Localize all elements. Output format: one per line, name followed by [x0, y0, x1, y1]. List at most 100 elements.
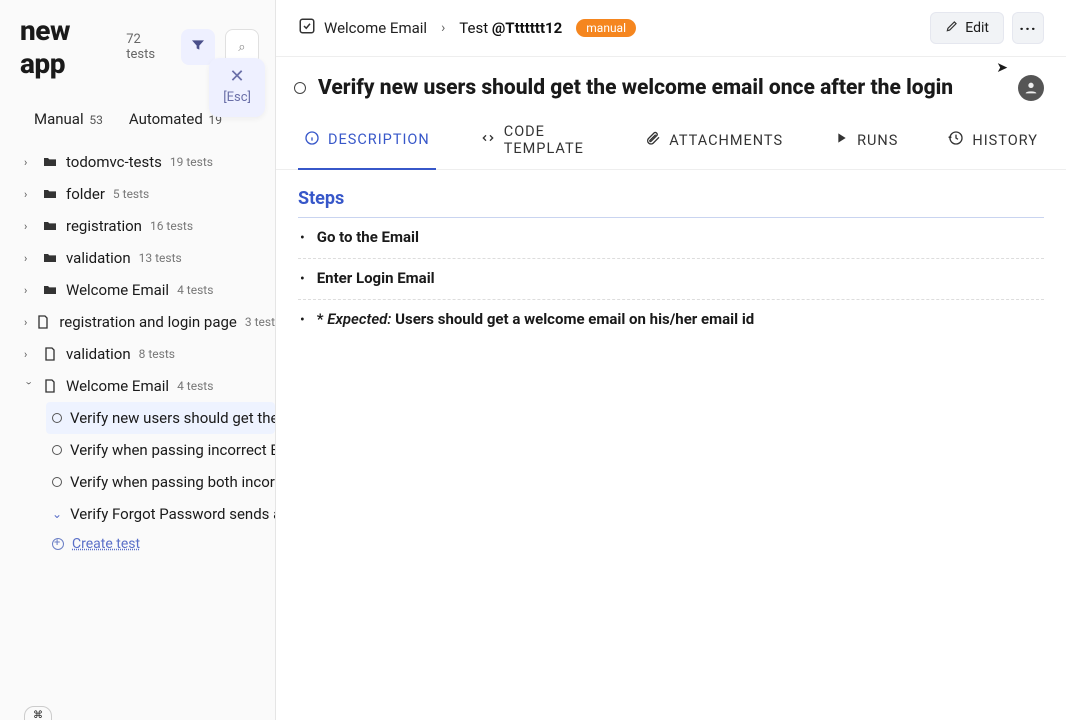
detail-tabs: DESCRIPTION CODE TEMPLATE ATTACHMENTS RU… — [276, 111, 1066, 170]
tree-item-count: 5 tests — [113, 187, 149, 201]
tree-item-label: registration and login page — [59, 313, 237, 331]
tests-total: 72 tests — [126, 32, 170, 62]
chevron-down-icon: › — [23, 381, 36, 391]
tab-description[interactable]: DESCRIPTION — [298, 111, 436, 170]
folder-icon — [42, 154, 58, 170]
chevron-right-icon: › — [24, 252, 34, 265]
step-prefix: * — [317, 310, 328, 328]
test-row[interactable]: ⌄ Verify Forgot Password sends a — [46, 498, 275, 530]
folder-icon — [42, 186, 58, 202]
chevron-right-icon: › — [24, 348, 34, 361]
step-text: Users should get a welcome email on his/… — [391, 310, 754, 328]
step-text: Go to the Email — [317, 228, 419, 246]
test-label: Verify when passing incorrect Em — [70, 441, 275, 459]
tree-item-label: Welcome Email — [66, 281, 169, 299]
tree-item-folder[interactable]: › folder 5 tests — [20, 178, 275, 210]
tree-item-welcome-email-folder[interactable]: › Welcome Email 4 tests — [20, 274, 275, 306]
tab-automated-label: Automated — [129, 110, 203, 128]
tree-item-label: todomvc-tests — [66, 153, 162, 171]
tree: › todomvc-tests 19 tests › folder 5 test… — [0, 140, 275, 720]
expected-label: Expected: — [327, 310, 391, 328]
tab-runs[interactable]: RUNS — [827, 111, 904, 169]
history-icon — [948, 130, 964, 150]
cursor-icon: ➤ — [996, 60, 1008, 76]
main: Welcome Email › Test @Ttttttt12 manual E… — [276, 0, 1066, 720]
status-ring-icon — [52, 413, 62, 423]
file-icon — [35, 314, 51, 330]
tree-item-todomvc[interactable]: › todomvc-tests 19 tests — [20, 146, 275, 178]
pencil-icon — [945, 19, 959, 37]
file-icon — [42, 378, 58, 394]
tab-label: RUNS — [857, 132, 898, 149]
page-title: Verify new users should get the welcome … — [318, 76, 1006, 100]
tab-automated[interactable]: Automated 19 — [129, 110, 222, 128]
play-icon — [833, 130, 849, 150]
tree-item-welcome-email-file[interactable]: › Welcome Email 4 tests — [20, 370, 275, 402]
test-row[interactable]: Verify when passing both incorr — [46, 466, 275, 498]
tree-item-validation-folder[interactable]: › validation 13 tests — [20, 242, 275, 274]
close-icon[interactable]: ✕ — [223, 68, 251, 86]
more-icon: ··· — [1019, 19, 1036, 38]
tab-manual-label: Manual — [34, 110, 84, 128]
test-row[interactable]: Verify when passing incorrect Em — [46, 434, 275, 466]
test-row[interactable]: Verify new users should get the — [46, 402, 275, 434]
manual-badge: manual — [576, 19, 636, 37]
sidebar: new app 72 tests ⌕ ✕ [Esc] Manual 53 Aut… — [0, 0, 276, 720]
breadcrumb-separator: › — [435, 20, 451, 36]
tab-label: DESCRIPTION — [328, 131, 430, 148]
chevron-right-icon: › — [24, 156, 34, 169]
breadcrumb-test-id: @Ttttttt12 — [492, 19, 562, 37]
tree-item-count: 19 tests — [170, 155, 213, 169]
step-item: * Expected: Users should get a welcome e… — [298, 300, 1044, 340]
tree-item-count: 3 test — [245, 315, 275, 329]
tab-manual[interactable]: Manual 53 — [34, 110, 103, 128]
edit-label: Edit — [965, 20, 989, 36]
avatar[interactable] — [1018, 75, 1044, 101]
folder-icon — [42, 282, 58, 298]
status-ring-icon — [52, 445, 62, 455]
tree-item-count: 13 tests — [139, 251, 182, 265]
topbar: Welcome Email › Test @Ttttttt12 manual E… — [276, 0, 1066, 57]
chevron-right-icon: › — [24, 220, 34, 233]
app-title: new app — [20, 14, 116, 80]
tree-item-count: 4 tests — [177, 379, 213, 393]
test-check-icon — [298, 17, 316, 39]
esc-hint[interactable]: ✕ [Esc] — [209, 58, 265, 117]
chevron-right-icon: › — [24, 284, 34, 297]
plus-icon — [52, 538, 64, 550]
steps-list: Go to the Email Enter Login Email * Expe… — [298, 218, 1044, 340]
filter-button[interactable] — [181, 29, 215, 65]
status-ring-icon — [294, 82, 306, 94]
tab-label: CODE TEMPLATE — [504, 123, 596, 157]
steps-heading: Steps — [298, 188, 1044, 218]
step-item: Go to the Email — [298, 218, 1044, 259]
chevron-down-icon: ⌄ — [52, 507, 62, 521]
info-icon — [304, 130, 320, 150]
search-icon: ⌕ — [238, 40, 245, 55]
tree-item-registration[interactable]: › registration 16 tests — [20, 210, 275, 242]
tree-item-label: folder — [66, 185, 105, 203]
breadcrumb-parent[interactable]: Welcome Email — [324, 19, 427, 37]
folder-icon — [42, 218, 58, 234]
tab-label: HISTORY — [972, 132, 1038, 149]
paperclip-icon — [645, 130, 661, 150]
tree-item-reg-login-file[interactable]: › registration and login page 3 test — [20, 306, 275, 338]
tree-item-validation-file[interactable]: › validation 8 tests — [20, 338, 275, 370]
create-test-link[interactable]: Create test — [46, 530, 275, 558]
breadcrumb-test[interactable]: Test @Ttttttt12 — [459, 19, 562, 37]
tab-attachments[interactable]: ATTACHMENTS — [639, 111, 789, 169]
more-button[interactable]: ··· — [1012, 12, 1044, 44]
tab-manual-count: 53 — [89, 113, 103, 127]
tab-history[interactable]: HISTORY — [942, 111, 1044, 169]
edit-button[interactable]: Edit — [930, 12, 1004, 44]
tab-label: ATTACHMENTS — [669, 132, 783, 149]
tree-item-count: 4 tests — [177, 283, 213, 297]
breadcrumb-test-prefix: Test — [459, 19, 492, 37]
tree-item-count: 16 tests — [150, 219, 193, 233]
chevron-right-icon: › — [24, 316, 27, 329]
filter-icon — [190, 37, 206, 57]
chevron-right-icon: › — [24, 188, 34, 201]
folder-icon — [42, 250, 58, 266]
tab-code-template[interactable]: CODE TEMPLATE — [474, 111, 602, 169]
keyboard-shortcut-icon[interactable]: ⌘ — [24, 706, 52, 720]
